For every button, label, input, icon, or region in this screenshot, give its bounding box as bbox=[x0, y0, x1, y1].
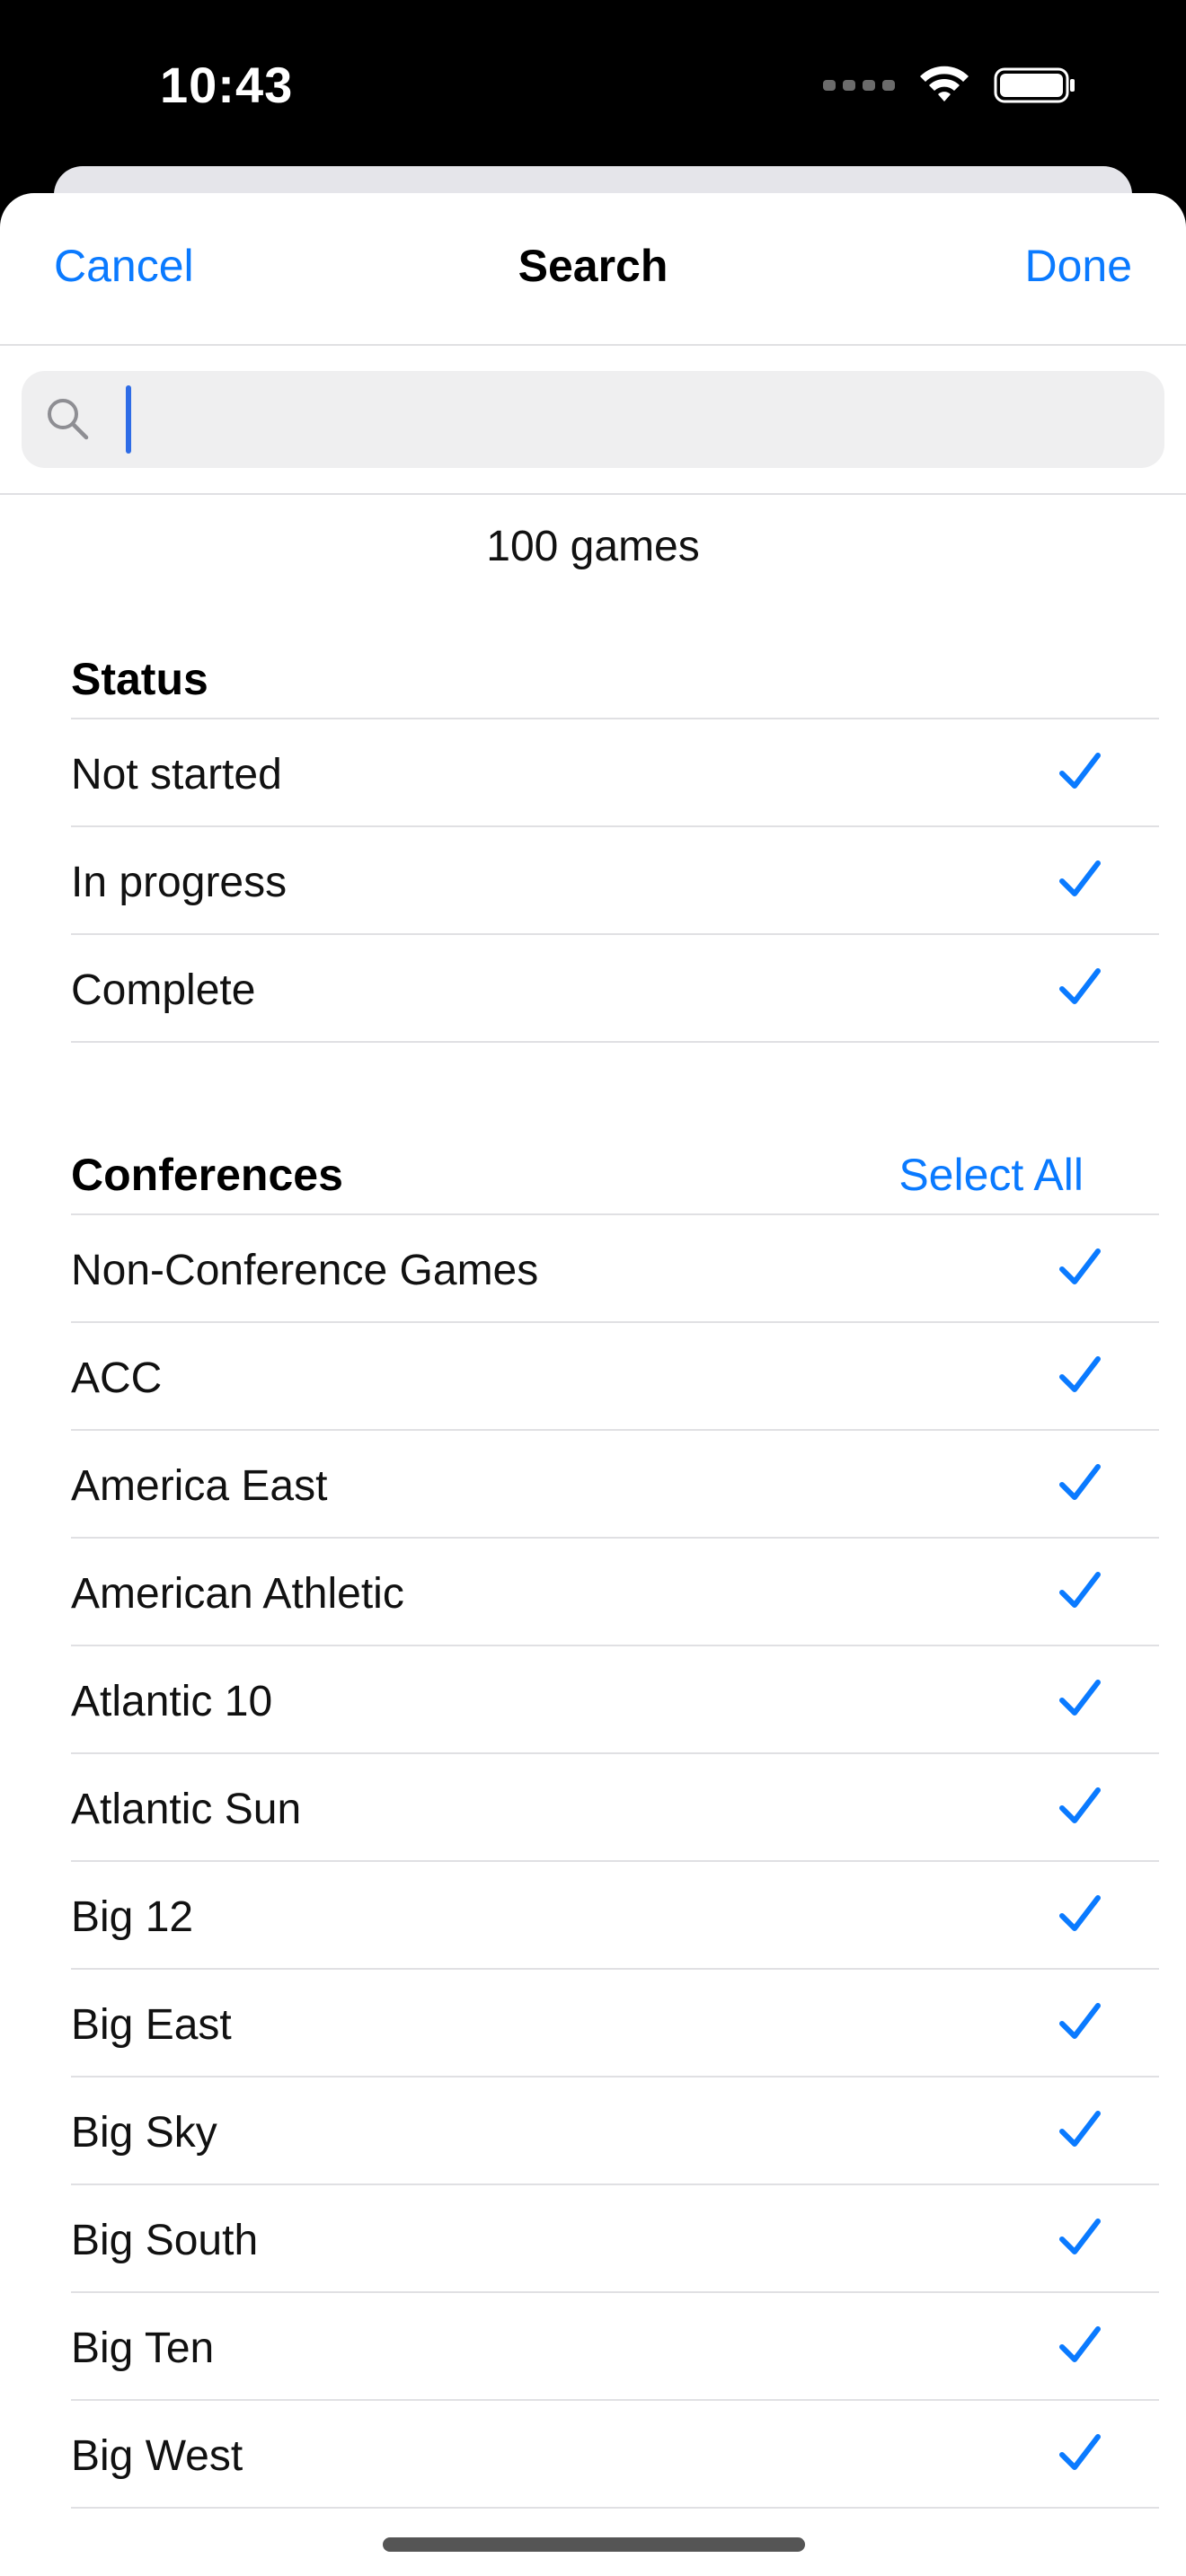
nav-bar: Cancel Search Done bbox=[0, 193, 1186, 346]
conference-row[interactable]: Big West bbox=[71, 2401, 1159, 2509]
row-label: ACC bbox=[71, 1354, 163, 1402]
row-label: Atlantic 10 bbox=[71, 1678, 273, 1725]
row-label: Big West bbox=[71, 2432, 243, 2480]
checkmark-icon bbox=[1059, 2111, 1101, 2147]
search-bar bbox=[0, 346, 1186, 495]
row-label: Complete bbox=[71, 966, 256, 1014]
conference-row[interactable]: America East bbox=[71, 1431, 1159, 1539]
conference-row[interactable]: Non-Conference Games bbox=[71, 1215, 1159, 1323]
status-list: Not started In progress Complete bbox=[71, 718, 1159, 1043]
search-field[interactable] bbox=[22, 371, 1164, 468]
conference-row[interactable]: Big Sky bbox=[71, 2078, 1159, 2185]
games-count: 100 games bbox=[486, 523, 700, 570]
status-section: Status Not started In progress Complete bbox=[0, 601, 1186, 1043]
row-label: American Athletic bbox=[71, 1570, 404, 1618]
checkmark-icon bbox=[1059, 1464, 1101, 1500]
conference-row[interactable]: Big Ten bbox=[71, 2293, 1159, 2401]
conference-row[interactable]: Big 12 bbox=[71, 1862, 1159, 1970]
status-time: 10:43 bbox=[160, 57, 294, 113]
checkmark-icon bbox=[1059, 2434, 1101, 2470]
status-row-not-started[interactable]: Not started bbox=[71, 719, 1159, 827]
cellular-dots-icon bbox=[823, 80, 895, 91]
row-label: Non-Conference Games bbox=[71, 1247, 539, 1294]
checkmark-icon bbox=[1059, 1787, 1101, 1823]
row-label: In progress bbox=[71, 859, 288, 906]
row-label: Big South bbox=[71, 2217, 259, 2264]
status-header: Status bbox=[0, 601, 1186, 718]
row-label: America East bbox=[71, 1462, 328, 1510]
row-label: Big Sky bbox=[71, 2109, 217, 2157]
conferences-title: Conferences bbox=[71, 1150, 343, 1200]
row-label: Big 12 bbox=[71, 1893, 194, 1941]
status-row-in-progress[interactable]: In progress bbox=[71, 827, 1159, 935]
conference-row[interactable]: Big South bbox=[71, 2185, 1159, 2293]
checkmark-icon bbox=[1059, 1895, 1101, 1931]
conference-row[interactable]: Atlantic Sun bbox=[71, 1754, 1159, 1862]
checkmark-icon bbox=[1059, 1248, 1101, 1284]
row-label: Big Ten bbox=[71, 2325, 215, 2372]
conferences-section: Conferences Select All Non-Conference Ga… bbox=[0, 1097, 1186, 2509]
wifi-icon bbox=[920, 66, 969, 101]
home-indicator bbox=[383, 2537, 805, 2552]
checkmark-icon bbox=[1059, 753, 1101, 789]
checkmark-icon bbox=[1059, 1680, 1101, 1716]
checkmark-icon bbox=[1059, 968, 1101, 1004]
done-button[interactable]: Done bbox=[1024, 240, 1132, 292]
conferences-list: Non-Conference Games ACC America East Am… bbox=[71, 1213, 1159, 2509]
search-sheet: Cancel Search Done 100 games Status Not … bbox=[0, 193, 1186, 2576]
conferences-header: Conferences Select All bbox=[0, 1097, 1186, 1213]
conference-row[interactable]: ACC bbox=[71, 1323, 1159, 1431]
status-bar: 10:43 bbox=[0, 0, 1186, 171]
conference-row[interactable]: Atlantic 10 bbox=[71, 1646, 1159, 1754]
status-row-complete[interactable]: Complete bbox=[71, 935, 1159, 1043]
conference-row[interactable]: Big East bbox=[71, 1970, 1159, 2078]
search-input[interactable] bbox=[104, 384, 1146, 455]
search-icon bbox=[48, 399, 89, 440]
checkmark-icon bbox=[1059, 2219, 1101, 2254]
checkmark-icon bbox=[1059, 860, 1101, 896]
checkmark-icon bbox=[1059, 1572, 1101, 1608]
select-all-button[interactable]: Select All bbox=[898, 1149, 1084, 1201]
nav-title: Search bbox=[518, 241, 668, 291]
row-label: Atlantic Sun bbox=[71, 1786, 302, 1833]
row-label: Not started bbox=[71, 751, 282, 798]
battery-icon bbox=[994, 67, 1075, 103]
row-label: Big East bbox=[71, 2001, 232, 2049]
checkmark-icon bbox=[1059, 2326, 1101, 2362]
checkmark-icon bbox=[1059, 2003, 1101, 2039]
status-icons bbox=[823, 63, 1076, 108]
conference-row[interactable]: American Athletic bbox=[71, 1539, 1159, 1646]
status-title: Status bbox=[71, 654, 208, 704]
checkmark-icon bbox=[1059, 1356, 1101, 1392]
